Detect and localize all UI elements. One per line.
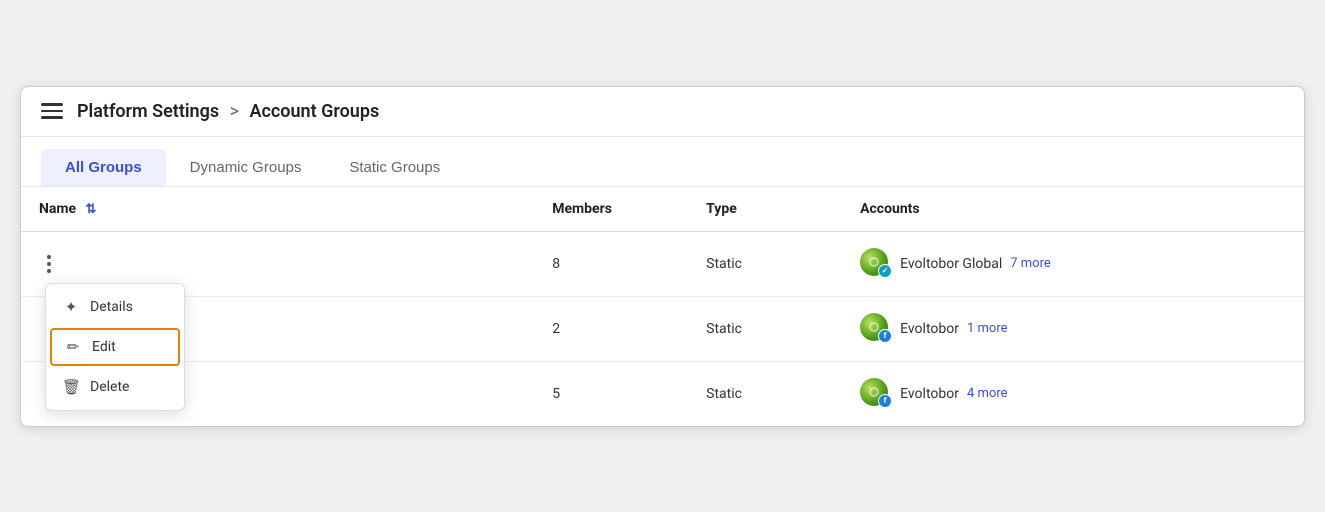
row3-members: 5 xyxy=(534,361,688,426)
table-header-row: Name ⇅ Members Type Accounts xyxy=(21,187,1304,232)
row3-avatar-badge: f xyxy=(878,394,892,408)
hamburger-menu[interactable] xyxy=(41,103,63,119)
row3-accounts: f Evoltobor 4 more xyxy=(842,361,1304,426)
row2-avatar-badge: f xyxy=(878,329,892,343)
row2-account-name: Evoltobor xyxy=(900,321,959,337)
menu-label-details: Details xyxy=(90,299,133,315)
table-row: t... 5 Static f xyxy=(21,361,1304,426)
row2-avatar: f xyxy=(860,313,892,345)
col-header-name: Name ⇅ xyxy=(21,187,534,232)
menu-item-edit[interactable]: ✏ Edit xyxy=(50,328,180,366)
sort-icon[interactable]: ⇅ xyxy=(86,202,97,217)
col-header-type: Type xyxy=(688,187,842,232)
row3-avatar: f xyxy=(860,378,892,410)
col-header-members: Members xyxy=(534,187,688,232)
row3-avatar-main: f xyxy=(860,378,888,406)
tab-dynamic-groups[interactable]: Dynamic Groups xyxy=(166,149,326,186)
row1-more-link[interactable]: 7 more xyxy=(1010,256,1051,271)
col-header-accounts: Accounts xyxy=(842,187,1304,232)
row3-type: Static xyxy=(688,361,842,426)
row2-type: Static xyxy=(688,296,842,361)
edit-icon: ✏ xyxy=(64,338,82,356)
breadcrumb: Platform Settings > Account Groups xyxy=(77,101,379,122)
menu-label-edit: Edit xyxy=(92,339,116,355)
table-row: ✦ Details ✏ Edit 🗑 Delete xyxy=(21,231,1304,296)
table-container: Name ⇅ Members Type Accounts xyxy=(21,187,1304,426)
breadcrumb-sep: > xyxy=(230,101,239,122)
row1-type: Static xyxy=(688,231,842,296)
tab-static-groups[interactable]: Static Groups xyxy=(325,149,464,186)
row1-avatar: ✓ xyxy=(860,248,892,280)
groups-table: Name ⇅ Members Type Accounts xyxy=(21,187,1304,426)
table-row: c... 2 Static f xyxy=(21,296,1304,361)
breadcrumb-account-groups: Account Groups xyxy=(250,101,380,122)
tabs-bar: All Groups Dynamic Groups Static Groups xyxy=(21,137,1304,187)
row1-account-name: Evoltobor Global xyxy=(900,256,1002,272)
menu-item-details[interactable]: ✦ Details xyxy=(46,288,184,326)
tab-all-groups[interactable]: All Groups xyxy=(41,149,166,186)
row3-more-link[interactable]: 4 more xyxy=(967,386,1008,401)
row1-accounts: ✓ Evoltobor Global 7 more xyxy=(842,231,1304,296)
row2-accounts: f Evoltobor 1 more xyxy=(842,296,1304,361)
row1-members: 8 xyxy=(534,231,688,296)
menu-item-delete[interactable]: 🗑 Delete xyxy=(46,368,184,406)
main-window: Platform Settings > Account Groups All G… xyxy=(20,86,1305,427)
row3-account-name: Evoltobor xyxy=(900,386,959,402)
header: Platform Settings > Account Groups xyxy=(21,87,1304,137)
row1-avatar-main: ✓ xyxy=(860,248,888,276)
row2-avatar-main: f xyxy=(860,313,888,341)
menu-label-delete: Delete xyxy=(90,379,129,395)
details-icon: ✦ xyxy=(62,298,80,316)
row2-members: 2 xyxy=(534,296,688,361)
row1-dots[interactable] xyxy=(39,255,59,273)
row2-more-link[interactable]: 1 more xyxy=(967,321,1008,336)
row1-name-cell: ✦ Details ✏ Edit 🗑 Delete xyxy=(21,231,534,296)
breadcrumb-platform: Platform Settings xyxy=(77,101,219,122)
context-menu: ✦ Details ✏ Edit 🗑 Delete xyxy=(45,283,185,411)
delete-icon: 🗑 xyxy=(62,378,80,396)
row1-avatar-badge: ✓ xyxy=(878,264,892,278)
